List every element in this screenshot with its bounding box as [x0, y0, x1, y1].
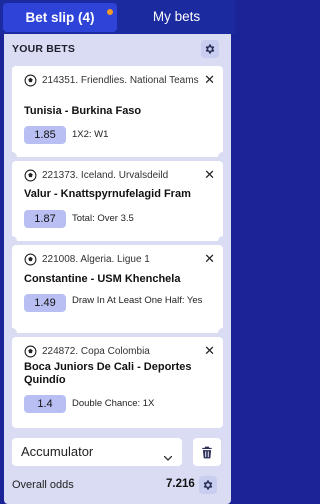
bet-slip-tabs: Bet slip (4) My bets [0, 0, 235, 34]
match-name: Constantine - USM Khenchela [24, 273, 181, 285]
bet-card: 221373. Iceland. Urvalsdeild ✕ Valur - K… [7, 161, 228, 246]
odds-value: 1.85 [24, 126, 66, 144]
odds-value: 1.87 [24, 210, 66, 228]
settings-button[interactable] [201, 40, 219, 58]
your-bets-heading: YOUR BETS [12, 43, 76, 55]
bet-card: 224872. Copa Colombia ✕ Boca Juniors De … [12, 337, 223, 428]
gear-icon [203, 480, 213, 490]
league-name: 224872. Copa Colombia [42, 346, 150, 357]
clear-slip-button[interactable] [193, 438, 221, 466]
league-name: 221008. Algeria. Ligue 1 [42, 254, 150, 265]
odds-settings-button[interactable] [199, 476, 217, 494]
close-icon[interactable]: ✕ [204, 73, 215, 86]
gear-icon [205, 44, 215, 54]
tab-my-bets[interactable]: My bets [118, 0, 235, 34]
close-icon[interactable]: ✕ [204, 344, 215, 357]
chevron-down-icon [162, 446, 174, 474]
close-icon[interactable]: ✕ [204, 252, 215, 265]
odds-value: 1.4 [24, 395, 66, 413]
football-icon [24, 74, 37, 92]
selection-text: 1X2: W1 [72, 129, 109, 140]
bet-type-value: Accumulator [21, 444, 94, 459]
odds-value: 1.49 [24, 294, 66, 312]
selection-text: Draw In At Least One Half: Yes [72, 295, 203, 306]
match-name: Tunisia - Burkina Faso [24, 105, 142, 117]
selection-text: Double Chance: 1X [72, 398, 155, 409]
bet-card: 221008. Algeria. Ligue 1 ✕ Constantine -… [7, 245, 228, 338]
notification-dot [107, 9, 113, 15]
bet-type-select[interactable]: Accumulator [12, 438, 182, 466]
trash-icon [202, 446, 212, 458]
tab-bet-slip[interactable]: Bet slip (4) [3, 3, 117, 32]
football-icon [24, 253, 37, 271]
overall-odds-label: Overall odds [12, 479, 74, 491]
overall-odds-value: 7.216 [166, 478, 195, 490]
league-name: 221373. Iceland. Urvalsdeild [42, 170, 169, 181]
match-name: Valur - Knattspyrnufelagid Fram [24, 188, 191, 200]
bet-slip-panel: YOUR BETS 214351. Friendlies. National T… [4, 34, 231, 504]
football-icon [24, 169, 37, 187]
league-name: 214351. Friendlies. National Teams [42, 75, 199, 86]
scrollbar[interactable] [231, 34, 235, 504]
match-name: Boca Juniors De Cali - Deportes Quindío [24, 361, 192, 386]
tab-my-bets-label: My bets [152, 9, 201, 24]
tab-bet-slip-label: Bet slip (4) [25, 10, 95, 25]
close-icon[interactable]: ✕ [204, 168, 215, 181]
bet-card: 214351. Friendlies. National Teams ✕ Tun… [7, 66, 228, 162]
selection-text: Total: Over 3.5 [72, 213, 134, 224]
